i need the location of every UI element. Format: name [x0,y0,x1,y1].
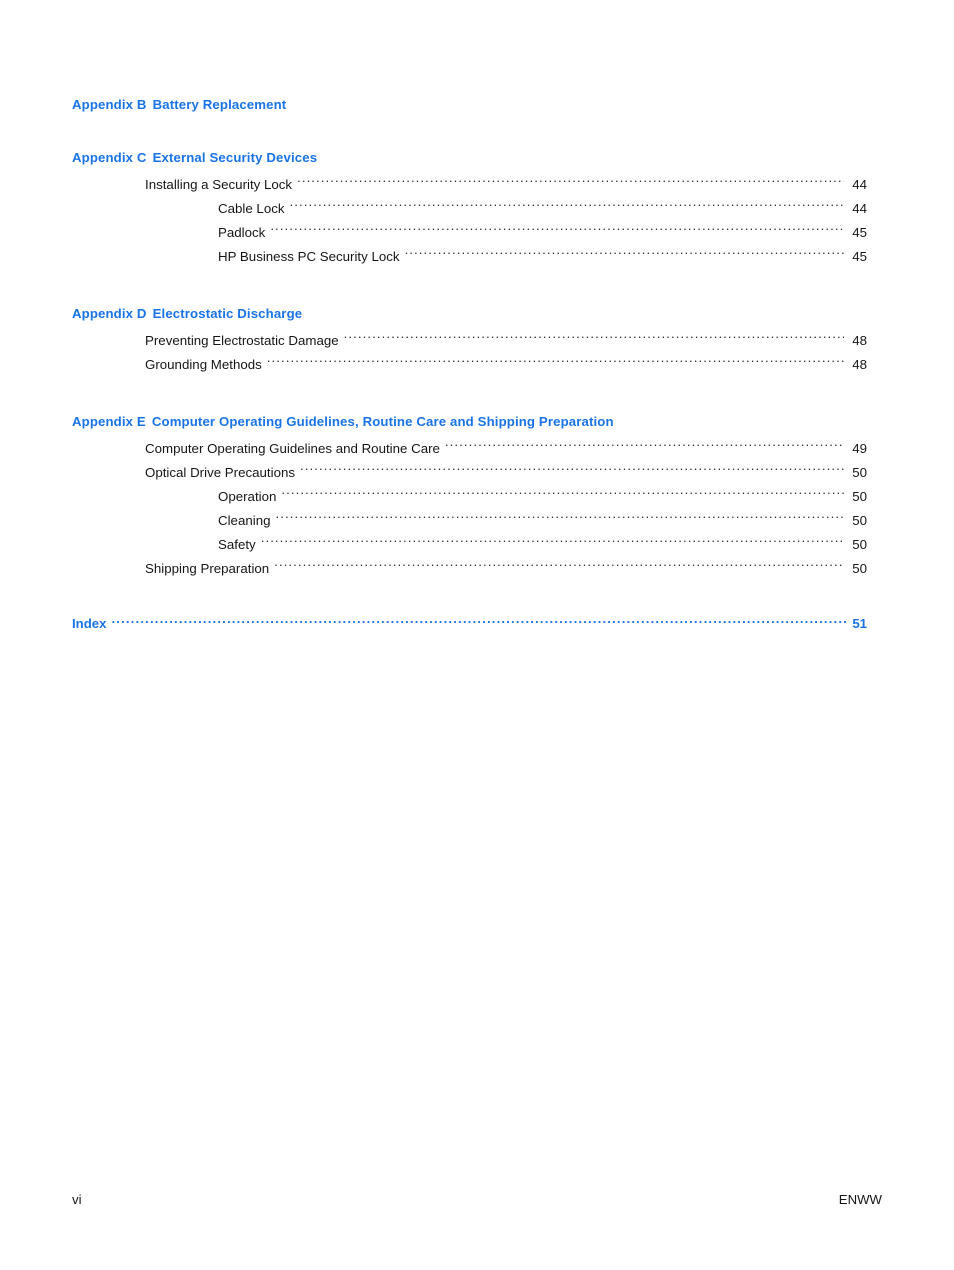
toc-entry-list-c: Installing a Security Lock 44 Cable Lock… [72,173,867,269]
toc-section-appendix-b: Appendix B Battery Replacement [72,96,867,113]
toc-entry-title: HP Business PC Security Lock [218,249,400,264]
toc-entry-title: Cable Lock [218,201,285,216]
toc-entry[interactable]: Preventing Electrostatic Damage 48 [145,329,867,353]
toc-entry-title: Computer Operating Guidelines and Routin… [145,441,440,456]
toc-entry-page: 44 [852,201,867,216]
toc-section-appendix-d: Appendix D Electrostatic Discharge Preven… [72,305,867,377]
page-footer: vi ENWW [72,1192,882,1207]
appendix-label-e: Appendix E [72,414,146,429]
toc-entry-page: 48 [852,357,867,372]
toc-entry-page: 48 [852,333,867,348]
toc-entry-title: Safety [218,537,256,552]
dot-leader [267,356,844,369]
toc-entry-title: Cleaning [218,513,271,528]
toc-entry[interactable]: Installing a Security Lock 44 [145,173,867,197]
toc-entry[interactable]: Operation 50 [218,485,867,509]
toc-entry[interactable]: Shipping Preparation 50 [145,557,867,581]
toc-entry-list-d: Preventing Electrostatic Damage 48 Groun… [72,329,867,377]
toc-entry-page: 45 [852,249,867,264]
toc-entry-title: Shipping Preparation [145,561,270,576]
appendix-label-d: Appendix D [72,306,147,321]
toc-entry-title: Padlock [218,225,266,240]
toc-section-appendix-e: Appendix E Computer Operating Guidelines,… [72,413,867,581]
toc-entry[interactable]: Optical Drive Precautions 50 [145,461,867,485]
appendix-title-d: Electrostatic Discharge [152,306,303,321]
dot-leader [344,332,844,345]
dot-leader [445,440,844,453]
toc-entry[interactable]: Safety 50 [218,533,867,557]
appendix-heading-c[interactable]: Appendix C External Security Devices [72,149,867,166]
toc-entry[interactable]: Padlock 45 [218,221,867,245]
appendix-label-b: Appendix B [72,97,147,112]
dot-leader [274,560,844,573]
toc-entry[interactable]: HP Business PC Security Lock 45 [218,245,867,269]
toc-entry-list-e: Computer Operating Guidelines and Routin… [72,437,867,581]
index-title: Index [72,616,107,631]
appendix-title-e: Computer Operating Guidelines, Routine C… [151,414,614,429]
toc-entry-title: Preventing Electrostatic Damage [145,333,339,348]
toc-entry-index[interactable]: Index 51 [72,614,867,634]
toc-entry-title: Grounding Methods [145,357,262,372]
dot-leader [281,488,844,501]
appendix-label-c: Appendix C [72,150,147,165]
toc-content: Appendix B Battery Replacement Appendix C… [72,96,867,634]
dot-leader [297,176,844,189]
toc-entry-page: 50 [852,465,867,480]
toc-entry-page: 50 [852,561,867,576]
toc-entry[interactable]: Cable Lock 44 [218,197,867,221]
appendix-title-c: External Security Devices [152,150,318,165]
appendix-heading-b[interactable]: Appendix B Battery Replacement [72,96,867,113]
toc-entry[interactable]: Cleaning 50 [218,509,867,533]
appendix-heading-e[interactable]: Appendix E Computer Operating Guidelines,… [72,413,867,430]
toc-entry-page: 50 [852,513,867,528]
footer-page-number: vi [72,1192,82,1207]
appendix-title-b: Battery Replacement [152,97,287,112]
index-page: 51 [852,616,867,631]
dot-leader [111,615,849,628]
dot-leader [261,536,844,549]
toc-entry-page: 50 [852,489,867,504]
toc-entry-title: Installing a Security Lock [145,177,293,192]
toc-entry-page: 45 [852,225,867,240]
dot-leader [405,248,844,261]
footer-locale-code: ENWW [838,1192,882,1207]
dot-leader [270,224,844,237]
toc-entry[interactable]: Grounding Methods 48 [145,353,867,377]
dot-leader [276,512,845,525]
document-page: Appendix B Battery Replacement Appendix C… [0,0,954,1270]
dot-leader [290,200,844,213]
toc-entry-title: Optical Drive Precautions [145,465,296,480]
toc-entry-page: 44 [852,177,867,192]
toc-entry[interactable]: Computer Operating Guidelines and Routin… [145,437,867,461]
appendix-heading-d[interactable]: Appendix D Electrostatic Discharge [72,305,867,322]
toc-entry-page: 49 [852,441,867,456]
dot-leader [300,464,844,477]
toc-entry-title: Operation [218,489,277,504]
toc-entry-page: 50 [852,537,867,552]
toc-section-appendix-c: Appendix C External Security Devices Inst… [72,149,867,269]
